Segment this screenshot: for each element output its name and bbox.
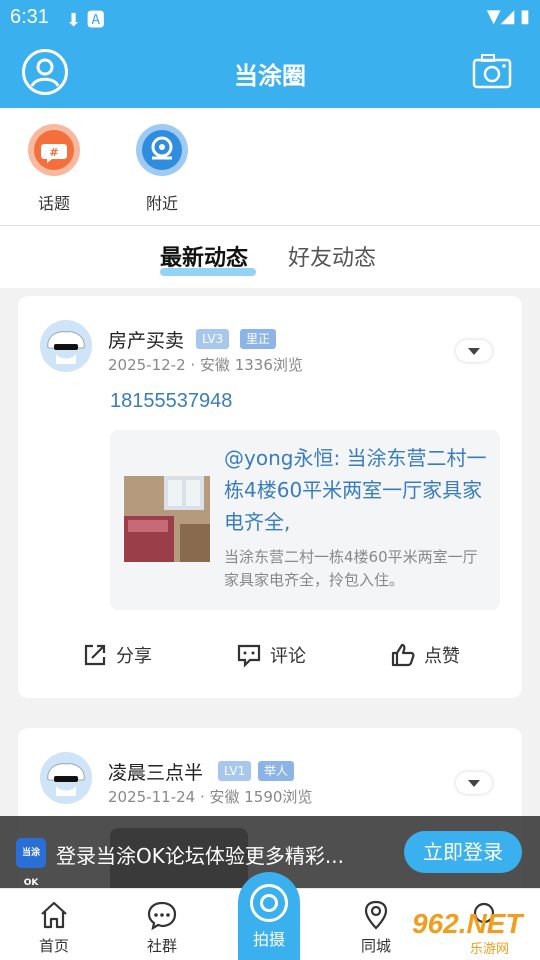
quoted-description: 当涂东营二村一栋4楼60平米两室一厅家具家电齐全，拎包入住。: [224, 548, 478, 589]
nav-home[interactable]: 首页: [14, 889, 94, 960]
topic-entry[interactable]: # 话题: [14, 124, 94, 214]
status-bar: 6:31 ⬇ 🅰 ▼◢ ▮: [0, 0, 540, 36]
nav-city[interactable]: 同城: [336, 889, 416, 960]
username[interactable]: 房产买卖: [108, 326, 184, 353]
listing-photo: [124, 476, 210, 562]
home-icon: [41, 901, 67, 929]
location-pin-icon: [364, 900, 388, 930]
share-label: 分享: [116, 646, 152, 667]
nav-city-label: 同城: [360, 937, 391, 955]
avatar[interactable]: [40, 320, 92, 372]
comment-icon: [237, 644, 261, 668]
thumbs-up-icon: [391, 643, 415, 667]
rank-badge: 举人: [258, 761, 295, 781]
tab-friends[interactable]: 好友动态: [288, 240, 376, 272]
download-icon: ⬇ 🅰: [66, 10, 105, 31]
shoot-icon: [250, 884, 288, 922]
app-header: 当涂圈: [0, 36, 540, 108]
post-card[interactable]: 房产买卖 LV3 里正 2025-12-2 · 安徽 1336浏览 181555…: [18, 296, 522, 698]
nav-shoot[interactable]: 拍摄: [238, 872, 300, 960]
level-badge: LV3: [196, 329, 230, 349]
post-actions: 分享 评论 点赞: [18, 642, 522, 672]
nearby-label: 附近: [145, 194, 178, 213]
page-title: 当涂圈: [234, 62, 306, 90]
nav-community[interactable]: 社群: [122, 889, 202, 960]
comment-button[interactable]: 评论: [236, 642, 306, 668]
location-pin-icon: [136, 124, 188, 176]
svg-text:#: #: [49, 146, 58, 159]
chevron-down-icon[interactable]: [456, 340, 492, 362]
post-content[interactable]: 18155537948: [110, 390, 232, 413]
like-button[interactable]: 点赞: [390, 642, 460, 668]
topic-label: 话题: [37, 194, 70, 213]
quoted-title: @yong永恒: 当涂东营二村一栋4楼60平米两室一厅家具家电齐全,: [224, 446, 487, 534]
chat-bubble-icon: [147, 901, 177, 931]
nav-shoot-label: 拍摄: [252, 930, 285, 949]
share-icon: [84, 644, 106, 666]
hashtag-chat-icon: #: [28, 124, 80, 176]
status-time: 6:31: [10, 6, 49, 28]
like-label: 点赞: [424, 646, 460, 667]
signal-battery-icon: ▼◢ ▮: [486, 6, 530, 27]
comment-label: 评论: [270, 646, 306, 667]
tab-latest[interactable]: 最新动态: [160, 240, 248, 272]
post-meta: 2025-12-2 · 安徽 1336浏览: [108, 356, 303, 374]
watermark: 962.NET: [412, 908, 523, 939]
chevron-down-icon[interactable]: [456, 772, 492, 794]
username[interactable]: 凌晨三点半: [108, 758, 203, 785]
nav-community-label: 社群: [146, 937, 177, 955]
feed-tabs: 最新动态 好友动态: [0, 226, 540, 288]
watermark-sub: 乐游网: [470, 942, 510, 957]
nearby-entry[interactable]: 附近: [122, 124, 202, 214]
avatar[interactable]: [40, 752, 92, 804]
login-button[interactable]: 立即登录: [404, 831, 522, 873]
camera-icon[interactable]: [472, 53, 512, 89]
quick-entries: # 话题 附近: [0, 108, 540, 226]
rank-badge: 里正: [240, 329, 277, 349]
level-badge: LV1: [218, 761, 252, 781]
share-button[interactable]: 分享: [82, 642, 152, 668]
quoted-post[interactable]: @yong永恒: 当涂东营二村一栋4楼60平米两室一厅家具家电齐全, 当涂东营二…: [110, 430, 500, 610]
nav-home-label: 首页: [38, 937, 69, 955]
login-prompt: 登录当涂OK论坛体验更多精彩...: [56, 844, 344, 868]
post-meta: 2025-11-24 · 安徽 1590浏览: [108, 788, 313, 806]
app-logo: 当涂OK: [16, 838, 46, 888]
